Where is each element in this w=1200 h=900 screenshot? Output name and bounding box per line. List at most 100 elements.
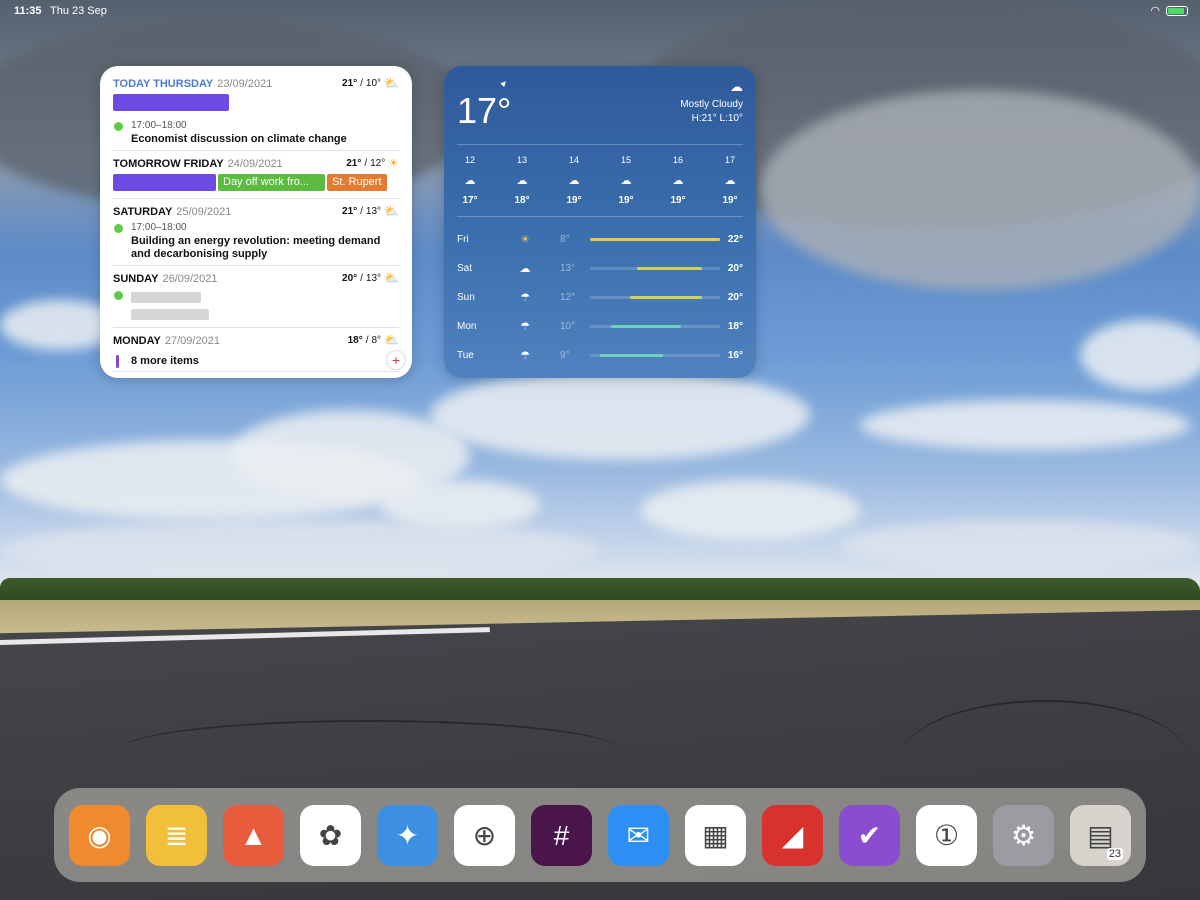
cloud-shape — [840, 520, 1200, 570]
cloud-icon: ☁ — [464, 175, 476, 187]
mail-icon[interactable]: ✉ — [608, 805, 669, 866]
day-name: TOMORROW FRIDAY — [113, 158, 224, 170]
sun-icon: ☀ — [520, 234, 530, 246]
ascent-icon[interactable]: ▲ — [223, 805, 284, 866]
location-arrow-icon: ▲ — [497, 76, 512, 90]
partly-cloudy-icon: ⛅ — [384, 333, 399, 347]
calendar-date-badge: 23 — [1106, 848, 1123, 860]
event-dot-icon — [114, 224, 123, 233]
sun-icon: ☀ — [388, 156, 399, 170]
partly-cloudy-icon: ⛅ — [384, 76, 399, 90]
all-day-event-st-rupert[interactable]: St. Rupert — [327, 174, 387, 191]
photos-icon[interactable]: ✿ — [300, 805, 361, 866]
settings-icon[interactable]: ⚙ — [993, 805, 1054, 866]
fantastical-icon[interactable]: ▦ — [685, 805, 746, 866]
all-day-event-day-off[interactable]: Day off work fro... — [218, 174, 325, 191]
all-day-event[interactable] — [113, 94, 229, 111]
day-temperature: 21°/12° ☀ — [346, 156, 399, 170]
rain-cloud-icon: ☂ — [520, 321, 530, 333]
partly-cloudy-icon: ⛅ — [384, 271, 399, 285]
cloud-shape — [760, 90, 1200, 290]
daily-row: Mon ☂ 10° 18° — [457, 321, 743, 333]
current-temperature: 17° — [457, 90, 512, 131]
wifi-icon: ◠ — [1150, 5, 1160, 17]
partly-cloudy-icon: ⛅ — [384, 204, 399, 218]
more-items-label: 8 more items — [131, 355, 199, 367]
event-dot-icon — [114, 291, 123, 300]
temperature-range-bar — [600, 354, 663, 357]
safari-icon[interactable]: ⊕ — [454, 805, 515, 866]
status-date: Thu 23 Sep — [50, 5, 107, 17]
redacted-text — [131, 292, 201, 303]
day-temperature: 20°/13° ⛅ — [342, 271, 399, 285]
temperature-range-bar — [610, 325, 681, 328]
weather-widget[interactable]: ▲ 17° ☁ Mostly Cloudy H:21° L:10° 12 ☁ 17°… — [444, 66, 756, 378]
temperature-range-bar — [630, 296, 702, 299]
temperature-range-bar — [590, 238, 720, 241]
day-name: MONDAY — [113, 335, 161, 347]
day-date: 23/09/2021 — [217, 78, 273, 90]
hourly-item: 17 ☁ 19° — [710, 155, 750, 206]
cloud-shape — [0, 440, 420, 520]
hourly-item: 14 ☁ 19° — [554, 155, 594, 206]
daily-row: Tue ☂ 9° 16° — [457, 350, 743, 362]
day-name: SATURDAY — [113, 206, 173, 218]
cloud-icon: ☁ — [672, 175, 684, 187]
slack-icon[interactable]: # — [531, 805, 592, 866]
divider — [457, 216, 743, 217]
cloud-icon: ☁ — [620, 175, 632, 187]
redacted-text — [131, 309, 209, 320]
hourly-forecast: 12 ☁ 17° 13 ☁ 18° 14 ☁ 19° 15 ☁ 19° 16 ☁ 19° 17 ☁ 19… — [450, 155, 750, 206]
calendar-day-sunday[interactable]: SUNDAY 26/09/2021 20°/13° ⛅ — [113, 271, 399, 328]
add-event-button[interactable]: + — [386, 350, 406, 370]
day-temperature: 18°/8° ⛅ — [347, 333, 399, 347]
daily-row: Sat ☁ 13° 20° — [457, 263, 743, 275]
calendar-day-today[interactable]: TODAY THURSDAY 23/09/2021 21°/10° ⛅ 17:0… — [113, 76, 399, 151]
notes-list-icon[interactable]: ≣ — [146, 805, 207, 866]
all-day-event[interactable] — [113, 174, 216, 191]
event-time: 17:00–18:00 — [131, 222, 187, 233]
more-items-link[interactable]: 8 more items — [113, 355, 399, 368]
cloud-icon: ☁ — [724, 175, 736, 187]
calendar-event[interactable]: 17:00–18:00 Building an energy revolutio… — [113, 222, 399, 261]
cloud-shape — [860, 400, 1190, 450]
omnifocus-icon[interactable]: ✔ — [839, 805, 900, 866]
1password-icon[interactable]: ① — [916, 805, 977, 866]
dock — [54, 788, 1146, 882]
day-date: 27/09/2021 — [164, 335, 220, 347]
rain-cloud-icon: ☂ — [520, 350, 530, 362]
day-date: 25/09/2021 — [176, 206, 232, 218]
hourly-item: 15 ☁ 19° — [606, 155, 646, 206]
day-date: 26/09/2021 — [162, 273, 218, 285]
calendar-event[interactable]: 17:00–18:00 Economist discussion on clim… — [113, 120, 399, 146]
more-items-bar-icon — [116, 355, 119, 368]
rain-cloud-icon: ☂ — [520, 292, 530, 304]
daily-row: Sun ☂ 12° 20° — [457, 292, 743, 304]
high-low-temperature: H:21° L:10° — [691, 113, 743, 124]
bear-icon[interactable]: ◢ — [762, 805, 823, 866]
hourly-item: 13 ☁ 18° — [502, 155, 542, 206]
calendar-day-tomorrow[interactable]: TOMORROW FRIDAY 24/09/2021 21°/12° ☀ Day… — [113, 156, 399, 199]
status-bar: 11:35 Thu 23 Sep ◠ — [0, 0, 1200, 22]
calendar-day-monday[interactable]: MONDAY 27/09/2021 18°/8° ⛅ 8 more items — [113, 333, 399, 372]
calendar-day-saturday[interactable]: SATURDAY 25/09/2021 21°/13° ⛅ 17:00–18:0… — [113, 204, 399, 266]
runway-crack — [120, 720, 620, 780]
weather-condition: Mostly Cloudy — [680, 99, 743, 110]
overcast-icon[interactable]: ◉ — [69, 805, 130, 866]
app-library-icon[interactable]: ▤ 23 — [1070, 805, 1131, 866]
cloud-shape — [0, 520, 600, 580]
temperature-range-bar — [636, 267, 702, 270]
hourly-item: 12 ☁ 17° — [450, 155, 490, 206]
day-temperature: 21°/13° ⛅ — [342, 204, 399, 218]
calendar-widget[interactable]: TODAY THURSDAY 23/09/2021 21°/10° ⛅ 17:0… — [100, 66, 412, 378]
cloud-icon: ☁ — [568, 175, 580, 187]
status-time: 11:35 — [14, 5, 42, 17]
event-time: 17:00–18:00 — [131, 120, 187, 131]
daily-forecast: Fri ☀ 8° 22° Sat ☁ 13° 20° Sun ☂ 12° 20° Mon ☂ 10° 1… — [457, 225, 743, 370]
pdf-expert-icon[interactable]: ✦ — [377, 805, 438, 866]
daily-row: Fri ☀ 8° 22° — [457, 234, 743, 246]
event-title: Building an energy revolution: meeting d… — [131, 235, 381, 260]
cloud-icon: ☁ — [516, 175, 528, 187]
calendar-event-redacted[interactable] — [113, 289, 399, 323]
cloud-icon: ☁ — [519, 263, 531, 275]
